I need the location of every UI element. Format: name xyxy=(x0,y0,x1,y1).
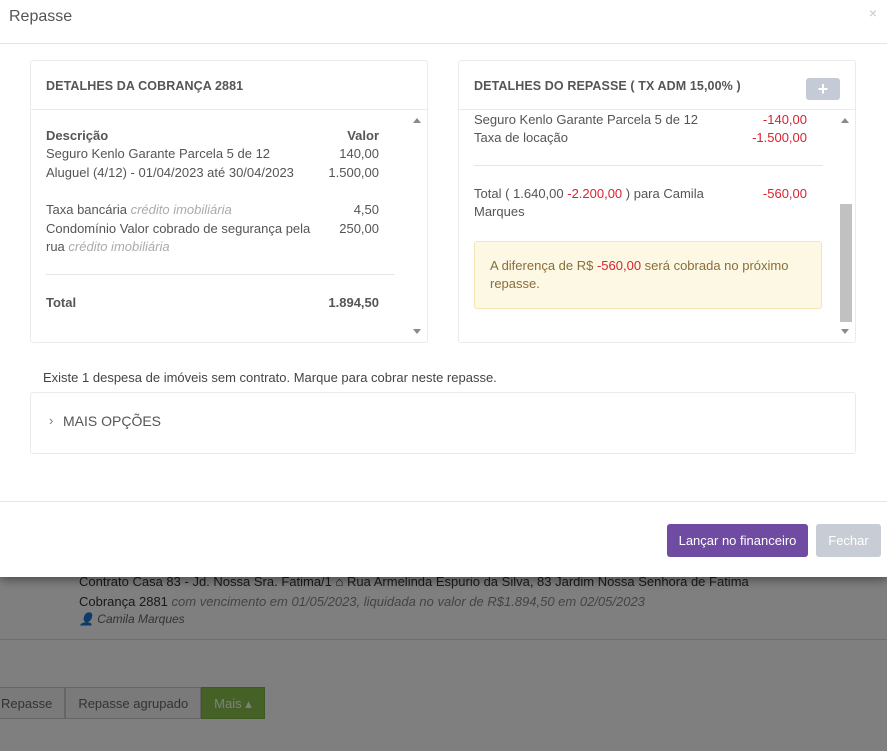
total-negative: -2.200,00 xyxy=(567,186,623,201)
item-label: Aluguel (4/12) - 01/04/2023 até 30/04/20… xyxy=(46,165,294,180)
item-label: Seguro Kenlo Garante Parcela 5 de 12 xyxy=(46,146,271,161)
post-to-financial-button[interactable]: Lançar no financeiro xyxy=(667,524,808,557)
table-header: Descrição Valor xyxy=(46,127,379,145)
total-value: -560,00 xyxy=(762,186,807,201)
scroll-down-icon[interactable] xyxy=(413,329,421,334)
item-tag: crédito imobiliária xyxy=(130,202,232,217)
total-row: Total ( 1.640,00 -2.200,00 ) para Camila… xyxy=(474,185,807,203)
alert-text: será cobrada no próximo xyxy=(641,258,789,273)
transfer-details-panel: DETALHES DO REPASSE ( TX ADM 15,00% ) + … xyxy=(458,60,856,343)
total-recipient: Marques xyxy=(474,204,525,219)
list-item: Condomínio Valor cobrado de segurança pe… xyxy=(46,220,379,238)
column-description: Descrição xyxy=(46,128,109,143)
list-item-continuation: rua crédito imobiliária xyxy=(46,238,379,256)
list-item: Aluguel (4/12) - 01/04/2023 até 30/04/20… xyxy=(46,164,379,182)
item-label: rua xyxy=(46,239,65,254)
divider xyxy=(46,274,395,275)
item-value: 4,50 xyxy=(353,202,379,217)
expense-notice: Existe 1 despesa de imóveis sem contrato… xyxy=(43,370,497,385)
scroll-up-icon[interactable] xyxy=(841,118,849,123)
list-item: Seguro Kenlo Garante Parcela 5 de 12 140… xyxy=(46,145,379,163)
close-button[interactable]: Fechar xyxy=(816,524,881,557)
list-item: Taxa de locação -1.500,00 xyxy=(474,129,807,147)
total-value: 1.894,50 xyxy=(328,295,379,310)
chevron-right-icon: › xyxy=(49,413,54,428)
difference-alert: A diferença de R$ -560,00 será cobrada n… xyxy=(474,241,822,309)
alert-amount: -560,00 xyxy=(596,258,642,273)
item-tag: crédito imobiliária xyxy=(68,239,170,254)
alert-text: repasse. xyxy=(490,276,540,291)
scrollbar[interactable] xyxy=(840,110,853,342)
scroll-up-icon[interactable] xyxy=(413,118,421,123)
more-options-label: MAIS OPÇÕES xyxy=(63,413,162,429)
column-value: Valor xyxy=(347,128,379,143)
transfer-details-body: Seguro Kenlo Garante Parcela 5 de 12 -14… xyxy=(459,110,855,342)
panel-title: DETALHES DO REPASSE ( TX ADM 15,00% ) xyxy=(474,79,741,93)
total-prefix: Total ( 1.640,00 xyxy=(474,186,568,201)
billing-details-body: Descrição Valor Seguro Kenlo Garante Par… xyxy=(31,110,427,342)
scrollbar-thumb[interactable] xyxy=(840,204,852,322)
billing-details-panel: DETALHES DA COBRANÇA 2881 Descrição Valo… xyxy=(30,60,428,343)
list-item: Seguro Kenlo Garante Parcela 5 de 12 -14… xyxy=(474,111,807,129)
panel-header: DETALHES DO REPASSE ( TX ADM 15,00% ) + xyxy=(459,61,855,110)
modal-header: Repasse × xyxy=(0,0,887,44)
panel-title: DETALHES DA COBRANÇA 2881 xyxy=(46,79,244,93)
item-value: 250,00 xyxy=(339,221,379,236)
item-value: 1.500,00 xyxy=(328,165,379,180)
list-item: Taxa bancária crédito imobiliária 4,50 xyxy=(46,201,379,219)
repasse-modal: Repasse × DETALHES DA COBRANÇA 2881 Desc… xyxy=(0,0,887,577)
item-label: Taxa de locação xyxy=(474,130,568,145)
modal-title: Repasse xyxy=(9,8,73,25)
total-row: Total 1.894,50 xyxy=(46,294,379,312)
panel-header: DETALHES DA COBRANÇA 2881 xyxy=(31,61,427,110)
total-suffix: ) para Camila xyxy=(622,186,704,201)
alert-text: A diferença de R$ xyxy=(490,258,597,273)
modal-footer: Lançar no financeiro Fechar xyxy=(0,501,887,578)
item-label: Taxa bancária xyxy=(46,202,127,217)
total-label: Total xyxy=(46,295,77,310)
close-icon[interactable]: × xyxy=(869,5,877,21)
total-row-continuation: Marques xyxy=(474,203,807,221)
divider xyxy=(474,165,823,166)
more-options-toggle[interactable]: › MAIS OPÇÕES xyxy=(30,392,856,454)
item-value: -1.500,00 xyxy=(752,130,807,145)
item-value: -140,00 xyxy=(762,112,807,127)
item-label: Seguro Kenlo Garante Parcela 5 de 12 xyxy=(474,112,699,127)
add-button[interactable]: + xyxy=(806,78,840,100)
item-value: 140,00 xyxy=(339,146,379,161)
scroll-down-icon[interactable] xyxy=(841,329,849,334)
scrollbar[interactable] xyxy=(412,110,425,342)
item-label: Condomínio Valor cobrado de segurança pe… xyxy=(46,221,311,236)
